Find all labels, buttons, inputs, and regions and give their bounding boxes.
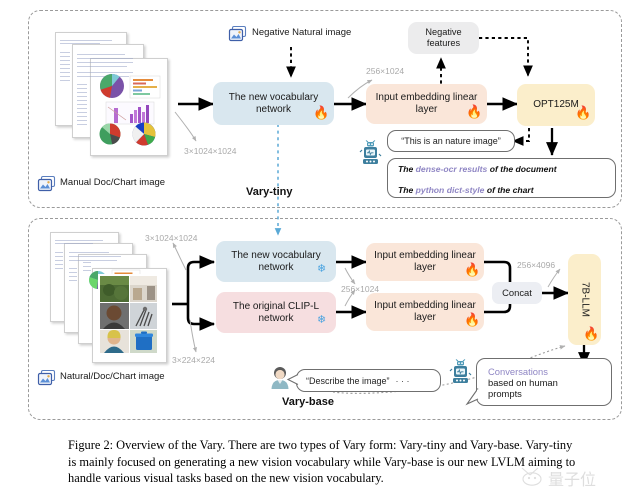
conversations-line-1: based on human xyxy=(488,376,558,388)
vary-tiny-output-box[interactable]: The dense-ocr results of the document Th… xyxy=(387,158,616,198)
concat-output-dim: 256×4096 xyxy=(517,260,556,270)
nature-image-quote-box[interactable]: “This is an nature image” xyxy=(387,130,515,152)
vary-base-section-label: Vary-base xyxy=(282,396,334,408)
figure-caption: Figure 2: Overview of the Vary. There ar… xyxy=(68,438,576,485)
flame-icon-base-embed-top: 🔥 xyxy=(464,262,481,277)
speech-bubble-tail xyxy=(286,374,299,385)
negative-image-gallery-icon xyxy=(228,25,247,42)
watermark-text: 量子位 xyxy=(548,470,596,489)
snowflake-icon-base-vocab: ❄ xyxy=(317,263,327,275)
manual-doc-chart-caption: Manual Doc/Chart image xyxy=(60,177,166,188)
qbitai-watermark: 量子位 xyxy=(521,467,596,489)
nature-image-quote: “This is an nature image” xyxy=(401,136,501,146)
concat-label: Concat xyxy=(502,287,532,299)
conversations-bubble-tail xyxy=(465,388,479,406)
tiny-input-dim: 3×1024×1024 xyxy=(184,146,237,156)
chart-page-thumbnail xyxy=(99,73,161,146)
describe-image-prompt: “Describe the image” xyxy=(306,375,390,386)
snowflake-icon-base-clip: ❄ xyxy=(317,314,327,326)
flame-icon-tiny-embed: 🔥 xyxy=(466,104,483,119)
natural-photo-grid-thumbnail xyxy=(98,274,159,355)
output-line-2: The python dict-style of the chart xyxy=(398,184,534,195)
negative-features-box[interactable]: Negative features xyxy=(408,22,479,54)
flame-icon-base-embed-bottom: 🔥 xyxy=(464,312,481,327)
concat-box[interactable]: Concat xyxy=(492,282,542,304)
vary-base-clip-l-network-box[interactable]: The original CLIP-L network xyxy=(216,292,336,333)
image-gallery-icon-base xyxy=(37,369,56,386)
vary-base-new-vocabulary-network-box[interactable]: The new vocabulary network xyxy=(216,241,336,282)
conversations-output-bubble[interactable]: Conversations based on human prompts xyxy=(476,358,612,406)
flame-icon-opt125m: 🔥 xyxy=(575,105,592,120)
natural-doc-chart-caption: Natural/Doc/Chart image xyxy=(60,371,165,382)
robot-icon-base xyxy=(449,359,472,383)
flame-icon-tiny-vocab: 🔥 xyxy=(313,105,330,120)
describe-image-prompt-bubble[interactable]: “Describe the image” · · · xyxy=(296,369,441,392)
negative-features-label: Negative features xyxy=(425,27,462,48)
negative-natural-image-label: Negative Natural image xyxy=(252,27,352,38)
tiny-embed-dim: 256×1024 xyxy=(366,66,405,76)
robot-icon xyxy=(359,140,382,164)
flame-icon-7b-llm: 🔥 xyxy=(583,326,600,341)
vary-tiny-section-label: Vary-tiny xyxy=(246,186,293,198)
conversations-highlight: Conversations xyxy=(488,365,548,377)
base-input-dim-bottom: 3×224×224 xyxy=(172,355,216,365)
figure-diagram: Manual Doc/Chart image 3×1024×1024 Negat… xyxy=(0,0,640,430)
prompt-ellipsis: · · · xyxy=(395,375,410,386)
7b-llm-label: 7B-LLM xyxy=(579,281,591,317)
base-input-dim-top: 3×1024×1024 xyxy=(145,233,198,243)
image-gallery-icon xyxy=(37,175,56,192)
conversations-line-2: prompts xyxy=(488,387,522,399)
output-line-1: The dense-ocr results of the document xyxy=(398,163,557,174)
